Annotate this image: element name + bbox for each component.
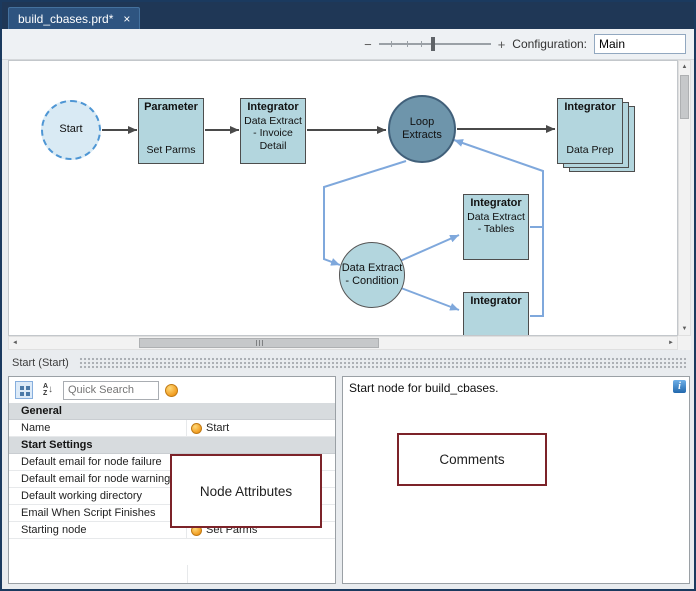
tab-build-cbases[interactable]: build_cbases.prd* × bbox=[8, 7, 141, 29]
grid-column-divider bbox=[187, 565, 188, 583]
node-attributes-callout: Node Attributes bbox=[170, 454, 322, 528]
thumb-grip bbox=[255, 340, 257, 346]
tab-close-icon[interactable]: × bbox=[123, 13, 130, 25]
node-integrator-tables[interactable]: Integrator Data Extract - Tables bbox=[463, 194, 529, 260]
node-integrator-bottom[interactable]: Integrator bbox=[463, 292, 529, 335]
node-type-title: Integrator bbox=[470, 295, 522, 307]
scroll-down-icon[interactable]: ▼ bbox=[679, 323, 690, 335]
node-data-extract-condition[interactable]: Data Extract - Condition bbox=[339, 242, 405, 308]
node-start-label: Start bbox=[59, 123, 83, 136]
property-row-name[interactable]: Name Start bbox=[9, 420, 335, 437]
zoom-slider-track bbox=[378, 43, 491, 45]
property-value[interactable]: Start bbox=[187, 420, 335, 436]
categorized-view-button[interactable] bbox=[15, 381, 33, 399]
node-loop-extracts[interactable]: Loop Extracts bbox=[388, 95, 456, 163]
node-label: Set Parms bbox=[146, 143, 196, 156]
configuration-input[interactable] bbox=[594, 34, 686, 54]
scrollbar-corner bbox=[678, 336, 691, 350]
callout-label: Node Attributes bbox=[199, 483, 293, 499]
category-row-general[interactable]: General bbox=[9, 403, 335, 420]
sort-az-icon: A Z ↓ bbox=[42, 383, 54, 397]
selected-node-splitter[interactable]: Start (Start) bbox=[2, 352, 694, 373]
node-type-title: Integrator bbox=[470, 197, 522, 209]
canvas-vertical-scrollbar[interactable]: ▲ ▼ bbox=[678, 60, 691, 336]
categorized-icon bbox=[19, 385, 24, 390]
horizontal-scroll-thumb[interactable] bbox=[139, 338, 379, 348]
zoom-slider[interactable] bbox=[378, 37, 491, 51]
category-label: Start Settings bbox=[21, 439, 93, 451]
slider-tick bbox=[390, 41, 392, 47]
alphabetical-sort-button[interactable]: A Z ↓ bbox=[39, 381, 57, 399]
zoom-out-icon[interactable]: − bbox=[364, 37, 372, 52]
property-name: Email When Script Finishes bbox=[9, 505, 187, 521]
node-label: Data Prep bbox=[566, 143, 614, 156]
node-type-title: Integrator bbox=[564, 101, 616, 113]
node-start[interactable]: Start bbox=[41, 100, 101, 160]
node-type-title: Parameter bbox=[144, 101, 198, 113]
zoom-in-icon[interactable]: + bbox=[498, 37, 506, 52]
node-integrator-invoice-detail[interactable]: Integrator Data Extract - Invoice Detail bbox=[240, 98, 306, 164]
node-label: Data Extract - Invoice Detail bbox=[244, 115, 302, 152]
node-label: Data Extract - Tables bbox=[467, 211, 525, 236]
info-icon[interactable]: i bbox=[673, 380, 686, 393]
property-name: Default working directory bbox=[9, 488, 187, 504]
canvas-horizontal-scrollbar[interactable]: ◄ ► bbox=[8, 336, 678, 350]
property-name: Default email for node warning bbox=[9, 471, 187, 487]
slider-tick bbox=[406, 41, 408, 47]
properties-toolbar: A Z ↓ bbox=[9, 377, 335, 403]
tab-title: build_cbases.prd* bbox=[18, 11, 114, 26]
slider-tick bbox=[420, 41, 422, 47]
scroll-right-icon[interactable]: ► bbox=[665, 337, 677, 349]
node-parameter-set-parms[interactable]: Parameter Set Parms bbox=[138, 98, 204, 164]
property-name: Default email for node failure bbox=[9, 454, 187, 470]
property-name: Name bbox=[9, 420, 187, 436]
advanced-properties-icon[interactable] bbox=[165, 383, 178, 397]
node-label: Loop Extracts bbox=[402, 115, 442, 141]
node-type-title: Integrator bbox=[247, 101, 299, 113]
tab-strip: build_cbases.prd* × bbox=[2, 2, 694, 29]
category-row-start-settings[interactable]: Start Settings bbox=[9, 437, 335, 454]
scroll-up-icon[interactable]: ▲ bbox=[679, 61, 690, 73]
property-marker-icon bbox=[191, 422, 202, 434]
property-value-text: Start bbox=[206, 422, 230, 434]
thumb-grip bbox=[258, 340, 260, 346]
vertical-scroll-thumb[interactable] bbox=[680, 75, 689, 119]
splitter-dots bbox=[78, 356, 686, 369]
comments-callout: Comments bbox=[397, 433, 547, 486]
thumb-grip bbox=[261, 340, 263, 346]
workflow-canvas[interactable]: Start Parameter Set Parms Integrator Dat… bbox=[8, 60, 678, 336]
callout-label: Comments bbox=[439, 452, 505, 467]
comments-text[interactable]: Start node for build_cbases. bbox=[343, 377, 689, 399]
node-label: Data Extract - Condition bbox=[341, 261, 403, 287]
canvas-toolbar: − + Configuration: bbox=[2, 29, 694, 60]
app-window: build_cbases.prd* × − + Configuration: M… bbox=[0, 0, 696, 591]
selected-node-label: Start (Start) bbox=[12, 356, 69, 369]
configuration-label: Configuration: bbox=[512, 37, 587, 51]
zoom-slider-thumb[interactable] bbox=[430, 37, 435, 51]
category-label: General bbox=[21, 405, 62, 417]
scroll-left-icon[interactable]: ◄ bbox=[9, 337, 21, 349]
property-name: Starting node bbox=[9, 522, 187, 538]
node-integrator-data-prep[interactable]: Integrator Data Prep bbox=[557, 98, 623, 164]
quick-search-input[interactable] bbox=[63, 380, 159, 400]
